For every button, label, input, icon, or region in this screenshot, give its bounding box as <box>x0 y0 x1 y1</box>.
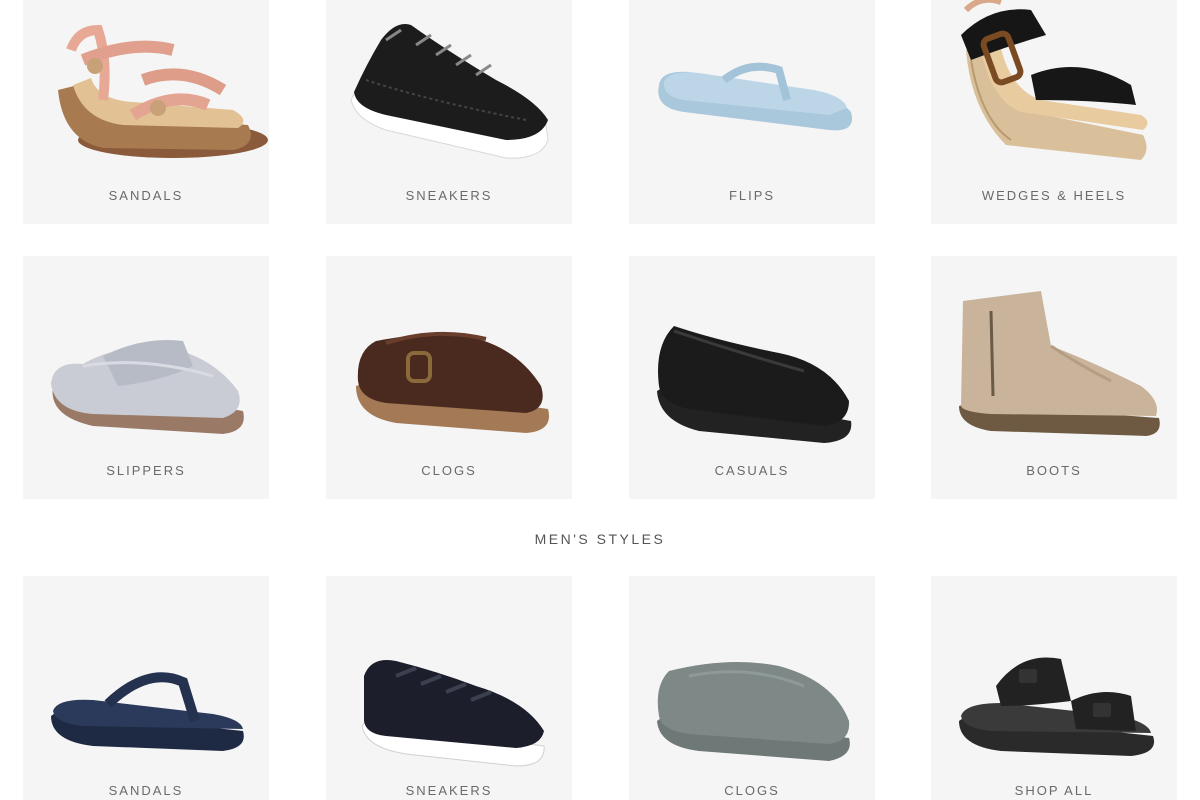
ankle-boot-icon <box>959 291 1160 436</box>
wedge-sandal-icon <box>961 0 1148 160</box>
category-label: SANDALS <box>108 188 184 203</box>
category-card-wedges-heels[interactable]: WEDGES & HEELS <box>931 0 1177 224</box>
slide-sandal-icon <box>959 657 1155 756</box>
category-label: SANDALS <box>108 783 184 798</box>
mens-sneaker-icon <box>361 660 545 767</box>
category-label: CASUALS <box>714 463 790 478</box>
category-card-slippers[interactable]: SLIPPERS <box>23 256 269 499</box>
category-label: CLOGS <box>724 783 780 798</box>
womens-sneaker-icon <box>350 24 549 159</box>
slipper-icon <box>51 340 244 434</box>
womens-sandal-icon <box>58 24 268 158</box>
category-card-womens-clogs[interactable]: CLOGS <box>326 256 572 499</box>
category-card-womens-sneakers[interactable]: SNEAKERS <box>326 0 572 224</box>
mens-clog-icon <box>657 662 850 761</box>
mens-thong-sandal-icon <box>51 672 244 751</box>
category-card-mens-sneakers[interactable]: SNEAKERS <box>326 576 572 800</box>
flip-flop-icon <box>658 62 853 131</box>
category-label: SLIPPERS <box>106 463 186 478</box>
section-title-mens-styles: MEN'S STYLES <box>534 531 666 547</box>
category-card-casuals[interactable]: CASUALS <box>629 256 875 499</box>
category-card-boots[interactable]: BOOTS <box>931 256 1177 499</box>
flat-shoe-icon <box>657 326 852 443</box>
category-label: FLIPS <box>728 188 776 203</box>
womens-clog-icon <box>356 331 550 433</box>
category-label: CLOGS <box>421 463 477 478</box>
category-card-shop-all[interactable]: SHOP ALL <box>931 576 1177 800</box>
category-card-flips[interactable]: FLIPS <box>629 0 875 224</box>
category-label: SNEAKERS <box>405 188 493 203</box>
category-label: SNEAKERS <box>405 783 493 798</box>
category-card-mens-clogs[interactable]: CLOGS <box>629 576 875 800</box>
category-label: SHOP ALL <box>1014 783 1094 798</box>
category-label: WEDGES & HEELS <box>981 188 1127 203</box>
category-card-mens-sandals[interactable]: SANDALS <box>23 576 269 800</box>
category-label: BOOTS <box>1026 463 1082 478</box>
category-card-womens-sandals[interactable]: SANDALS <box>23 0 269 224</box>
